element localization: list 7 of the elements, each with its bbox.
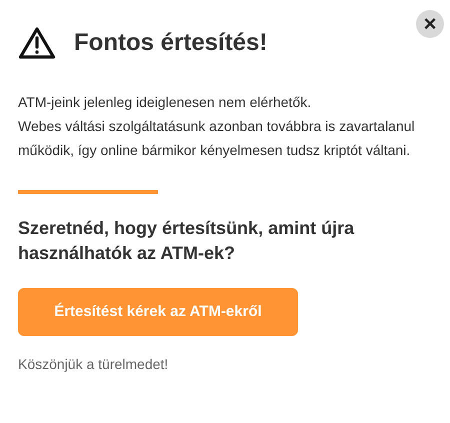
thanks-text: Köszönjük a türelmedet! <box>18 355 170 374</box>
message-text: ATM-jeink jelenleg ideiglenesen nem elérhetők. <box>18 93 312 112</box>
message-text: Webes váltási szolgáltatásunk azonban továbbra is zavartalanul működik, így online bármikor kényelmesen tudsz kriptót váltani. <box>18 117 416 160</box>
close-button[interactable]: × <box>416 10 444 38</box>
dialog-title: Fontos értesítés! <box>74 28 268 58</box>
warning-icon <box>18 26 56 60</box>
question-text: Szeretnéd, hogy értesítsünk, amint újra használhatók az ATM-ek? <box>18 217 356 265</box>
